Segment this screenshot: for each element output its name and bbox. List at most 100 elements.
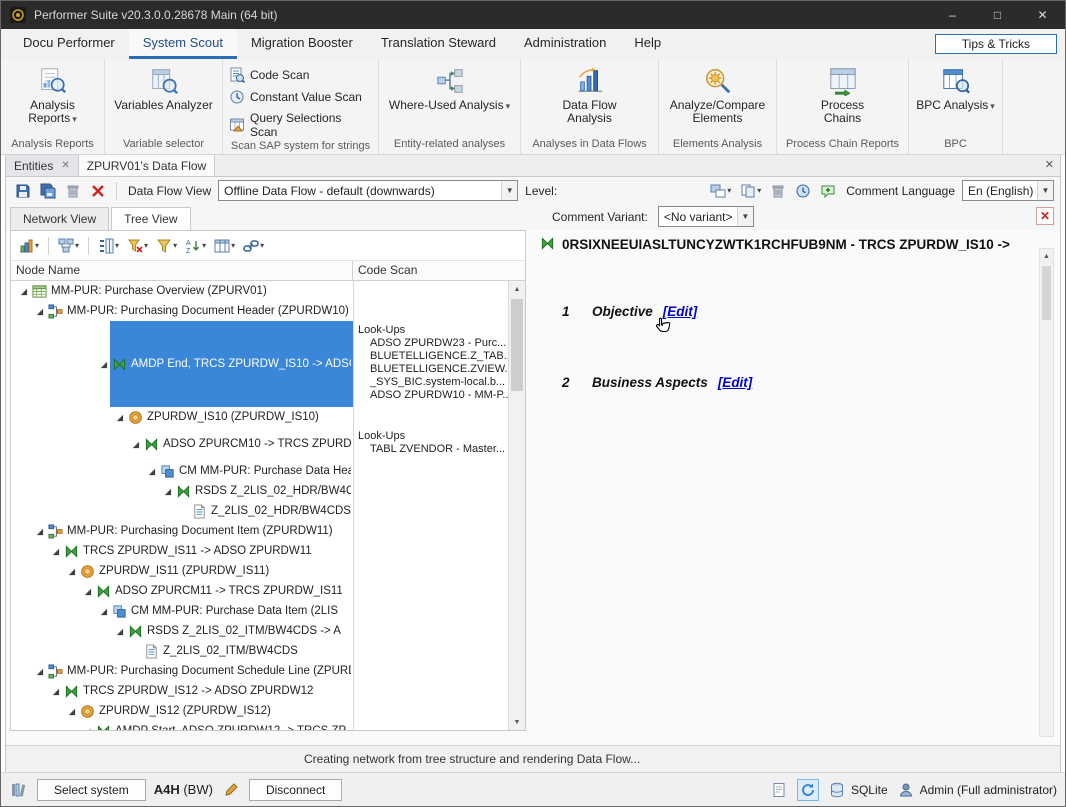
tree-row[interactable]: MM-PUR: Purchasing Document Schedule Lin…: [11, 661, 525, 681]
tree-expander-icon[interactable]: [145, 467, 158, 476]
layout-mode-button[interactable]: ▾: [55, 237, 82, 255]
history-button[interactable]: [792, 180, 814, 201]
add-comment-button[interactable]: [817, 180, 839, 201]
scroll-up-icon[interactable]: ▲: [1040, 249, 1053, 264]
data-flow-analysis-button[interactable]: Data Flow Analysis: [555, 63, 625, 128]
minimize-button[interactable]: –: [930, 1, 975, 29]
save-all-button[interactable]: [37, 180, 59, 201]
tree-expander-icon[interactable]: [49, 547, 62, 556]
tree-row[interactable]: RSDS Z_2LIS_02_HDR/BW4CDS -> A: [11, 481, 525, 501]
query-selections-scan-button[interactable]: Query Selections Scan: [229, 111, 372, 139]
tree-expander-icon[interactable]: [33, 667, 46, 676]
scroll-down-icon[interactable]: ▼: [509, 714, 525, 730]
tree-row[interactable]: ADSO ZPURCM11 -> TRCS ZPURDW_IS11: [11, 581, 525, 601]
delete-button[interactable]: [62, 180, 84, 201]
tab-administration[interactable]: Administration: [510, 29, 620, 59]
comment-language-select[interactable]: En (English) ▼: [962, 180, 1054, 201]
data-flow-view-select[interactable]: Offline Data Flow - default (downwards) …: [218, 180, 518, 201]
column-header-code-scan[interactable]: Code Scan: [353, 261, 525, 280]
tree-expander-icon[interactable]: [17, 287, 30, 296]
database-indicator[interactable]: SQLite: [827, 780, 888, 800]
save-button[interactable]: [12, 180, 34, 201]
close-button[interactable]: ✕: [1020, 1, 1065, 29]
tree-expander-icon[interactable]: [65, 707, 78, 716]
tree-row[interactable]: MM-PUR: Purchasing Document Header (ZPUR…: [11, 301, 525, 321]
tree-row[interactable]: TRCS ZPURDW_IS12 -> ADSO ZPURDW12: [11, 681, 525, 701]
refresh-button[interactable]: [797, 779, 819, 801]
tree-expander-icon[interactable]: [65, 567, 78, 576]
tree-row[interactable]: ZPURDW_IS11 (ZPURDW_IS11): [11, 561, 525, 581]
tab-docu-performer[interactable]: Docu Performer: [9, 29, 129, 59]
tree-expander-icon[interactable]: [97, 607, 110, 616]
tree-row[interactable]: Z_2LIS_02_ITM/BW4CDS: [11, 641, 525, 661]
remove-dataflow-button[interactable]: [87, 180, 109, 201]
process-chains-button[interactable]: Process Chains: [808, 63, 878, 128]
tab-help[interactable]: Help: [620, 29, 675, 59]
tree-row[interactable]: MM-PUR: Purchase Overview (ZPURV01): [11, 281, 525, 301]
link-mode-button[interactable]: ▾: [240, 237, 267, 255]
tree-row[interactable]: AMDP Start, ADSO ZPURDW12 -> TRCS ZP: [11, 721, 525, 730]
scrollbar-thumb[interactable]: [1042, 266, 1051, 320]
tree-row[interactable]: Z_2LIS_02_HDR/BW4CDS: [11, 501, 525, 521]
tree-expander-icon[interactable]: [97, 360, 110, 369]
tree-row[interactable]: ZPURDW_IS12 (ZPURDW_IS12): [11, 701, 525, 721]
user-indicator[interactable]: Admin (Full administrator): [896, 780, 1057, 800]
disconnect-button[interactable]: Disconnect: [249, 779, 342, 801]
tree-row[interactable]: ZPURDW_IS10 (ZPURDW_IS10): [11, 407, 525, 427]
tab-network-view[interactable]: Network View: [10, 207, 109, 230]
select-system-button[interactable]: Select system: [37, 779, 146, 801]
tab-system-scout[interactable]: System Scout: [129, 29, 237, 59]
edit-pen-icon[interactable]: [221, 780, 241, 800]
variables-analyzer-button[interactable]: Variables Analyzer: [110, 63, 217, 115]
tips-and-tricks-button[interactable]: Tips & Tricks: [935, 34, 1057, 54]
tree-row[interactable]: ADSO ZPURCM10 -> TRCS ZPURDW_IS10Look-Up…: [11, 427, 525, 461]
constant-value-scan-button[interactable]: Constant Value Scan: [229, 89, 362, 105]
tree-row[interactable]: CM MM-PUR: Purchase Data Item (2LIS: [11, 601, 525, 621]
documentation-scrollbar[interactable]: ▲: [1039, 248, 1054, 737]
chart-select-button[interactable]: ▾: [15, 237, 42, 255]
layout-select-button[interactable]: ▾: [707, 182, 734, 200]
maximize-button[interactable]: □: [975, 1, 1020, 29]
tree-expander-icon[interactable]: [49, 687, 62, 696]
close-icon[interactable]: ✕: [61, 160, 69, 171]
sort-button[interactable]: AZ▾: [182, 237, 209, 255]
tree-expander-icon[interactable]: [113, 627, 126, 636]
tree-expander-icon[interactable]: [81, 727, 94, 731]
close-documentation-button[interactable]: ✕: [1036, 207, 1054, 225]
edit-business-aspects-link[interactable]: [Edit]: [718, 375, 753, 390]
tab-tree-view[interactable]: Tree View: [111, 207, 190, 230]
tree-expander-icon[interactable]: [81, 587, 94, 596]
analyze-compare-elements-button[interactable]: Analyze/Compare Elements: [661, 63, 774, 128]
tree-row[interactable]: MM-PUR: Purchasing Document Item (ZPURDW…: [11, 521, 525, 541]
scrollbar-thumb[interactable]: [511, 299, 523, 391]
tab-translation-steward[interactable]: Translation Steward: [367, 29, 510, 59]
column-select-button[interactable]: ▾: [211, 237, 238, 255]
code-scan-button[interactable]: Code Scan: [229, 67, 309, 83]
tab-migration-booster[interactable]: Migration Booster: [237, 29, 367, 59]
tab-zpurv01-data-flow[interactable]: ZPURV01's Data Flow: [79, 155, 215, 176]
tree-expander-icon[interactable]: [113, 413, 126, 422]
tree-columns-button[interactable]: ▾: [95, 237, 122, 255]
tree-row[interactable]: RSDS Z_2LIS_02_ITM/BW4CDS -> A: [11, 621, 525, 641]
where-used-analysis-button[interactable]: Where-Used Analysis▾: [385, 63, 514, 116]
delete-comment-button[interactable]: [767, 180, 789, 201]
tree-row[interactable]: AMDP End, TRCS ZPURDW_IS10 -> ADSO ZPURD…: [11, 321, 525, 407]
close-icon[interactable]: ✕: [1045, 158, 1054, 171]
tree-expander-icon[interactable]: [33, 307, 46, 316]
column-header-node-name[interactable]: Node Name: [11, 261, 353, 280]
comment-variant-select[interactable]: <No variant> ▼: [658, 206, 754, 227]
tab-entities[interactable]: Entities✕: [6, 155, 79, 176]
scroll-up-icon[interactable]: ▲: [509, 281, 525, 297]
bpc-analysis-button[interactable]: BPC Analysis▾: [912, 63, 999, 116]
tree-row[interactable]: TRCS ZPURDW_IS11 -> ADSO ZPURDW11: [11, 541, 525, 561]
tree-scrollbar[interactable]: ▲ ▼: [508, 281, 525, 730]
report-icon[interactable]: [769, 780, 789, 800]
tree-expander-icon[interactable]: [161, 487, 174, 496]
analysis-reports-button[interactable]: Analysis Reports▾: [3, 63, 102, 129]
filter-button[interactable]: ▾: [153, 237, 180, 255]
tree-expander-icon[interactable]: [129, 440, 142, 449]
tree-expander-icon[interactable]: [33, 527, 46, 536]
clone-view-button[interactable]: ▾: [737, 182, 764, 200]
tree-row[interactable]: CM MM-PUR: Purchase Data Header (2L: [11, 461, 525, 481]
clear-filter-button[interactable]: ▾: [124, 237, 151, 255]
